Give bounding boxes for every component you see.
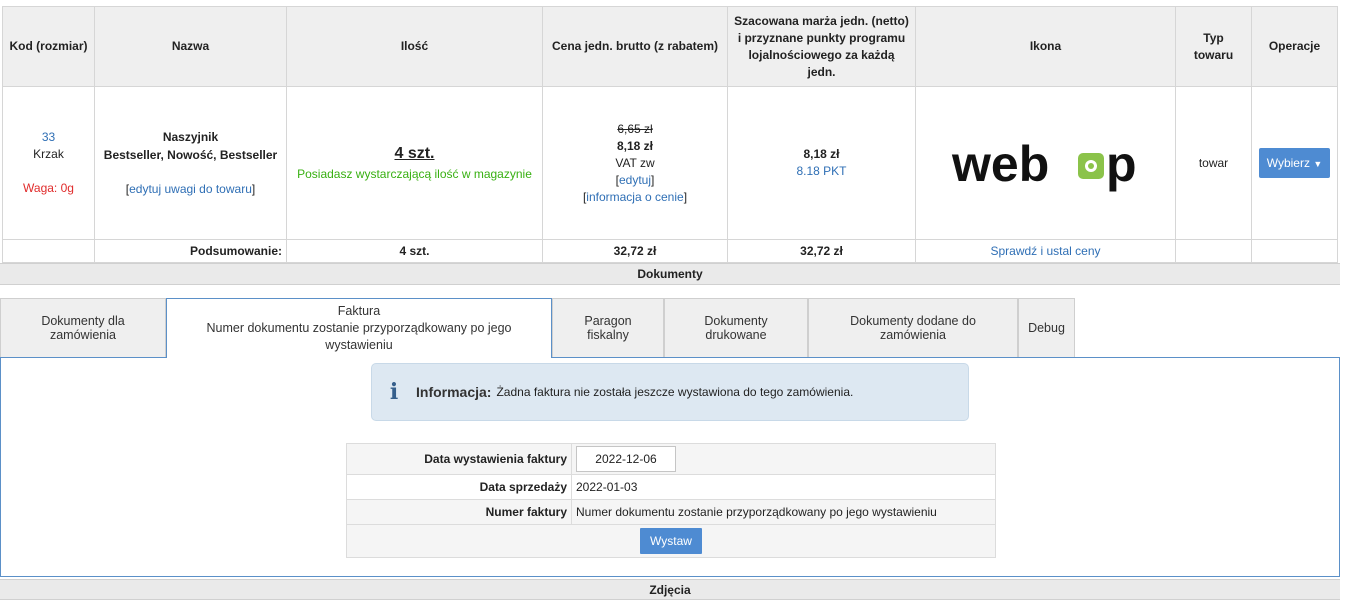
vat-label: VAT zw [615,155,655,170]
price-info-link[interactable]: informacja o cenie [586,190,683,204]
choose-action-label: Wybierz [1266,156,1310,170]
invoice-number-value: Numer dokumentu zostanie przyporządkowan… [571,499,996,525]
check-prices-link[interactable]: Sprawdź i ustal ceny [990,244,1100,258]
summary-margin: 32,72 zł [727,239,916,263]
table-row: 33 Krzak Waga: 0g Naszyjnik Bestseller, … [2,86,1338,240]
info-icon: i [389,379,399,405]
documents-section-title: Dokumenty [0,263,1340,285]
loyalty-points: 8.18 PKT [796,164,847,178]
tab-fiscal-receipt[interactable]: Paragon fiskalny [552,298,664,357]
photos-section-title: Zdjęcia [0,579,1340,600]
issue-date-row: Data wystawienia faktury 2022-12-06 [346,443,996,475]
header-margin: Szacowana marża jedn. (netto) i przyznan… [727,6,916,87]
info-text: Żadna faktura nie została jeszcze wystaw… [496,385,854,399]
summary-row: Podsumowanie: 4 szt. 32,72 zł 32,72 zł S… [2,239,1338,263]
product-qty: 4 szt. [394,145,435,162]
product-name: Naszyjnik [162,130,219,144]
issue-date-cell: 2022-12-06 [571,443,996,475]
tab-order-documents[interactable]: Dokumenty dla zamówienia [0,298,166,357]
choose-action-button[interactable]: Wybierz ▼ [1258,148,1331,178]
webop-logo: web p [951,136,1137,192]
header-type: Typ towaru [1175,6,1252,87]
name-cell: Naszyjnik Bestseller, Nowość, Bestseller… [94,86,287,240]
summary-label: Podsumowanie: [94,239,287,263]
invoice-form: Data wystawienia faktury 2022-12-06 Data… [346,443,996,558]
product-weight: Waga: 0g [23,181,74,195]
code-cell: 33 Krzak Waga: 0g [2,86,95,240]
product-size: Krzak [33,147,64,161]
old-price: 6,65 zł [617,121,653,136]
documents-tabs: Dokumenty dla zamówienia Faktura Numer d… [0,298,1075,358]
invoice-number-row: Numer faktury Numer dokumentu zostanie p… [346,499,996,525]
caret-down-icon: ▼ [1313,159,1323,169]
invoice-panel: i Informacja: Żadna faktura nie została … [0,357,1340,577]
summary-price: 32,72 zł [542,239,728,263]
sale-date-row: Data sprzedaży 2022-01-03 [346,474,996,500]
operations-cell: Wybierz ▼ [1251,86,1338,240]
logo-text-web: web [951,136,1049,192]
info-box: i Informacja: Żadna faktura nie została … [371,363,969,421]
tab-debug-label: Debug [1028,321,1065,335]
issue-date-label: Data wystawienia faktury [346,443,572,475]
submit-row: Wystaw [346,524,996,558]
info-title: Informacja: [416,384,492,400]
sale-date-value: 2022-01-03 [571,474,996,500]
header-name: Nazwa [94,6,287,87]
tab-invoice[interactable]: Faktura Numer dokumentu zostanie przypor… [166,298,552,358]
invoice-number-label: Numer faktury [346,499,572,525]
summary-check-cell: Sprawdź i ustal ceny [915,239,1176,263]
submit-cell: Wystaw [346,524,996,558]
header-qty: Ilość [286,6,543,87]
product-image: web p [920,93,1171,233]
tab-printed-documents-label: Dokumenty drukowane [704,314,768,342]
summary-empty [2,239,95,263]
margin-cell: 8,18 zł 8.18 PKT [727,86,916,240]
logo-text-p: p [1106,136,1137,192]
header-code: Kod (rozmiar) [2,6,95,87]
tab-invoice-sub: Numer dokumentu zostanie przyporządkowan… [206,321,512,352]
icon-cell: web p [915,86,1176,240]
type-cell: towar [1175,86,1252,240]
summary-empty-2 [1175,239,1252,263]
product-tags: Bestseller, Nowość, Bestseller [103,148,278,162]
edit-price-link[interactable]: edytuj [619,173,651,187]
price-cell: 6,65 zł 8,18 zł VAT zw [edytuj] [informa… [542,86,728,240]
products-table: Kod (rozmiar) Nazwa Ilość Cena jedn. bru… [2,6,1338,263]
issue-invoice-button[interactable]: Wystaw [640,528,702,554]
edit-notes-link[interactable]: edytuj uwagi do towaru [129,182,252,196]
summary-qty: 4 szt. [286,239,543,263]
logo-camera-lens-inner [1087,163,1094,169]
table-header-row: Kod (rozmiar) Nazwa Ilość Cena jedn. bru… [2,6,1338,87]
header-price: Cena jedn. brutto (z rabatem) [542,6,728,87]
unit-margin: 8,18 zł [803,147,840,161]
tab-printed-documents[interactable]: Dokumenty drukowane [664,298,808,357]
tab-order-documents-label: Dokumenty dla zamówienia [41,314,125,342]
tab-fiscal-receipt-label: Paragon fiskalny [584,314,632,342]
product-code-link[interactable]: 33 [42,130,55,144]
header-icon: Ikona [915,6,1176,87]
tab-invoice-label: Faktura [337,304,381,318]
tab-added-documents-label: Dokumenty dodane do zamówienia [850,314,976,342]
tab-added-documents[interactable]: Dokumenty dodane do zamówienia [808,298,1018,357]
tab-debug[interactable]: Debug [1018,298,1075,357]
stock-note: Posiadasz wystarczającą ilość w magazyni… [297,167,532,181]
sale-date-label: Data sprzedaży [346,474,572,500]
issue-date-input[interactable]: 2022-12-06 [576,446,676,472]
unit-price: 8,18 zł [616,138,654,153]
summary-empty-3 [1251,239,1338,263]
qty-cell: 4 szt. Posiadasz wystarczającą ilość w m… [286,86,543,240]
header-operations: Operacje [1251,6,1338,87]
